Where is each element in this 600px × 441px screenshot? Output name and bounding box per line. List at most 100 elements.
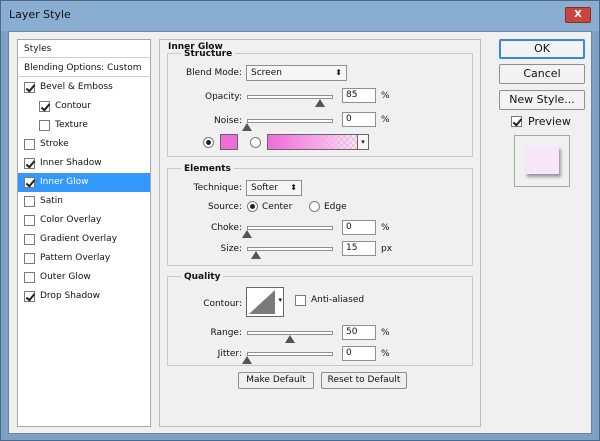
- styles-list: Styles Blending Options: Custom Bevel & …: [17, 39, 151, 427]
- structure-group: Structure Blend Mode: Screen ⬍ Opacity: …: [167, 49, 473, 157]
- style-item-contour[interactable]: Contour: [18, 97, 150, 116]
- style-item-label: Contour: [55, 101, 91, 111]
- preview-label: Preview: [528, 115, 571, 128]
- style-item-label: Stroke: [40, 139, 69, 149]
- contour-picker[interactable]: ▾: [246, 287, 284, 317]
- technique-select[interactable]: Softer ⬍: [246, 180, 302, 196]
- noise-unit: %: [381, 115, 390, 125]
- range-input[interactable]: 50: [342, 325, 376, 340]
- style-checkbox[interactable]: [39, 101, 50, 112]
- choke-input[interactable]: 0: [342, 220, 376, 235]
- opacity-label: Opacity:: [205, 92, 242, 102]
- window-title: Layer Style: [9, 8, 71, 21]
- source-center-label: Center: [262, 202, 293, 212]
- style-item-inner-glow[interactable]: Inner Glow: [18, 173, 150, 192]
- jitter-slider[interactable]: [247, 352, 333, 356]
- solid-color-radio[interactable]: [203, 137, 214, 148]
- technique-value: Softer: [251, 183, 278, 193]
- style-checkbox[interactable]: [24, 215, 35, 226]
- style-checkbox[interactable]: [24, 253, 35, 264]
- contour-curve-icon: [249, 290, 275, 314]
- noise-slider-thumb[interactable]: [242, 123, 252, 131]
- noise-label: Noise:: [214, 116, 242, 126]
- range-slider-thumb[interactable]: [285, 335, 295, 343]
- contour-label: Contour:: [203, 299, 242, 309]
- quality-group: Quality Contour: ▾ Anti-aliased Range: 5…: [167, 272, 473, 366]
- reset-to-default-button[interactable]: Reset to Default: [321, 372, 407, 389]
- style-checkbox[interactable]: [24, 291, 35, 302]
- style-item-label: Inner Shadow: [40, 158, 102, 168]
- noise-slider[interactable]: [247, 119, 333, 123]
- opacity-input[interactable]: 85: [342, 88, 376, 103]
- title-bar[interactable]: Layer Style X: [1, 1, 599, 31]
- style-item-label: Bevel & Emboss: [40, 82, 113, 92]
- gradient-radio[interactable]: [250, 137, 261, 148]
- source-edge-radio[interactable]: [309, 201, 320, 212]
- style-checkbox[interactable]: [24, 139, 35, 150]
- blend-mode-value: Screen: [251, 68, 282, 78]
- range-unit: %: [381, 328, 390, 338]
- blending-options-item[interactable]: Blending Options: Custom: [18, 59, 150, 77]
- gradient-swatch[interactable]: [267, 134, 367, 150]
- range-label: Range:: [210, 328, 242, 338]
- style-item-label: Inner Glow: [40, 177, 89, 187]
- layer-style-window: Layer Style X Styles Blending Options: C…: [0, 0, 600, 441]
- style-item-label: Outer Glow: [40, 272, 91, 282]
- style-item-label: Pattern Overlay: [40, 253, 111, 263]
- structure-title: Structure: [181, 49, 236, 59]
- blend-mode-select[interactable]: Screen ⬍: [246, 65, 347, 81]
- style-item-drop-shadow[interactable]: Drop Shadow: [18, 287, 150, 306]
- preview-swatch: [525, 146, 559, 174]
- choke-slider-thumb[interactable]: [242, 230, 252, 238]
- source-center-radio[interactable]: [247, 201, 258, 212]
- noise-input[interactable]: 0: [342, 112, 376, 127]
- style-item-stroke[interactable]: Stroke: [18, 135, 150, 154]
- new-style-button[interactable]: New Style...: [499, 90, 585, 110]
- style-checkbox[interactable]: [24, 158, 35, 169]
- opacity-slider-thumb[interactable]: [315, 99, 326, 107]
- style-checkbox[interactable]: [24, 272, 35, 283]
- preview-checkbox[interactable]: [511, 116, 522, 127]
- quality-title: Quality: [181, 272, 224, 282]
- choke-unit: %: [381, 223, 390, 233]
- close-button[interactable]: X: [565, 7, 591, 23]
- style-checkbox[interactable]: [24, 177, 35, 188]
- style-item-texture[interactable]: Texture: [18, 116, 150, 135]
- opacity-unit: %: [381, 91, 390, 101]
- style-item-label: Color Overlay: [40, 215, 102, 225]
- choke-slider[interactable]: [247, 226, 333, 230]
- styles-header[interactable]: Styles: [18, 40, 150, 58]
- blend-mode-label: Blend Mode:: [185, 68, 242, 78]
- anti-aliased-checkbox[interactable]: [295, 295, 306, 306]
- jitter-label: Jitter:: [217, 349, 242, 359]
- style-item-inner-shadow[interactable]: Inner Shadow: [18, 154, 150, 173]
- style-checkbox[interactable]: [24, 234, 35, 245]
- style-item-gradient-overlay[interactable]: Gradient Overlay: [18, 230, 150, 249]
- cancel-button[interactable]: Cancel: [499, 64, 585, 84]
- glow-color-swatch[interactable]: [220, 134, 238, 150]
- size-label: Size:: [220, 244, 242, 254]
- style-item-satin[interactable]: Satin: [18, 192, 150, 211]
- jitter-input[interactable]: 0: [342, 346, 376, 361]
- style-item-pattern-overlay[interactable]: Pattern Overlay: [18, 249, 150, 268]
- style-item-label: Gradient Overlay: [40, 234, 118, 244]
- style-checkbox[interactable]: [24, 196, 35, 207]
- style-item-outer-glow[interactable]: Outer Glow: [18, 268, 150, 287]
- source-label: Source:: [208, 202, 242, 212]
- size-input[interactable]: 15: [342, 241, 376, 256]
- style-item-bevel-emboss[interactable]: Bevel & Emboss: [18, 78, 150, 97]
- size-slider-thumb[interactable]: [250, 251, 261, 259]
- style-item-label: Texture: [55, 120, 88, 130]
- ok-button[interactable]: OK: [499, 39, 585, 59]
- size-unit: px: [381, 244, 393, 254]
- choke-label: Choke:: [211, 223, 242, 233]
- elements-title: Elements: [181, 164, 234, 174]
- jitter-slider-thumb[interactable]: [242, 356, 252, 364]
- style-item-color-overlay[interactable]: Color Overlay: [18, 211, 150, 230]
- make-default-button[interactable]: Make Default: [238, 372, 314, 389]
- style-checkbox[interactable]: [39, 120, 50, 131]
- gradient-dropdown-chevron-icon[interactable]: ▾: [357, 134, 369, 150]
- preview-box: [514, 135, 570, 187]
- style-checkbox[interactable]: [24, 82, 35, 93]
- dialog-client-area: Styles Blending Options: Custom Bevel & …: [8, 31, 592, 434]
